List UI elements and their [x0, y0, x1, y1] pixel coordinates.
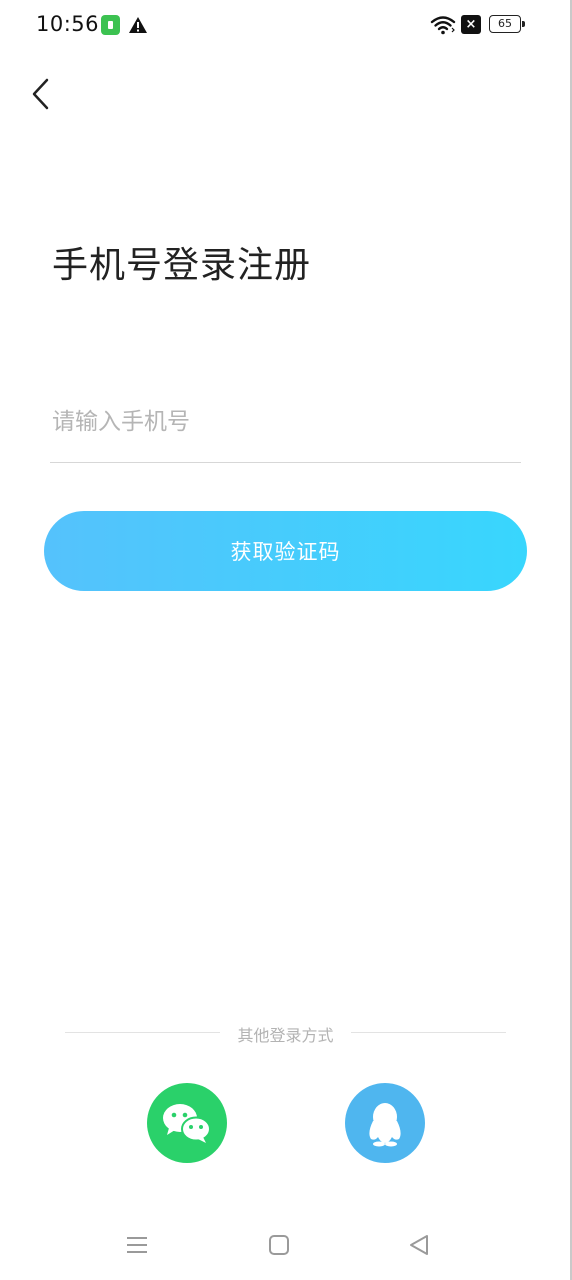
status-bar: 10:56 × 65 — [0, 0, 572, 52]
get-verification-code-button[interactable]: 获取验证码 — [44, 511, 527, 591]
app-notification-icon — [101, 15, 120, 35]
home-square-icon — [269, 1235, 289, 1255]
page-title: 手机号登录注册 — [52, 245, 312, 286]
wechat-login-button[interactable] — [147, 1083, 227, 1163]
battery-icon: 65 — [489, 15, 525, 33]
nav-home-button[interactable] — [262, 1228, 296, 1262]
login-screen: 10:56 × 65 手机号登录注册 获取验证码 其他登录方式 — [0, 0, 572, 1280]
notification-close-icon: × — [461, 15, 481, 34]
nav-menu-button[interactable] — [120, 1228, 154, 1262]
divider-left — [65, 1032, 220, 1033]
phone-input-container — [50, 388, 525, 463]
qq-login-button[interactable] — [345, 1083, 425, 1163]
back-button[interactable] — [20, 70, 64, 118]
qq-penguin-icon — [369, 1103, 401, 1147]
wechat-icon — [163, 1104, 211, 1143]
back-triangle-icon — [410, 1235, 428, 1255]
divider-right — [351, 1032, 506, 1033]
chevron-left-icon — [32, 78, 49, 110]
system-navigation-bar — [0, 1210, 572, 1280]
nav-back-button[interactable] — [402, 1228, 436, 1262]
phone-input[interactable] — [50, 398, 525, 446]
wifi-icon — [430, 16, 456, 35]
other-login-label: 其他登录方式 — [237, 1026, 334, 1045]
warning-icon — [129, 17, 147, 33]
menu-icon — [127, 1237, 147, 1253]
status-time: 10:56 — [36, 12, 100, 36]
